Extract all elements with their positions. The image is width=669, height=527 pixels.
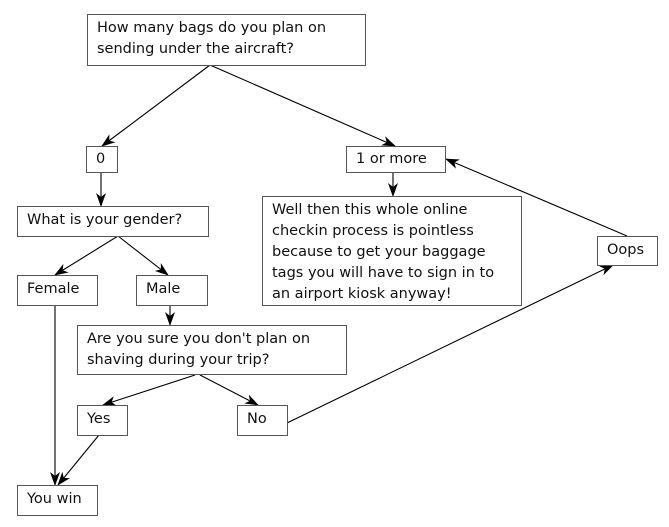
edge-shaving-yes (102, 374, 196, 406)
node-bags-question: How many bags do you plan on sending und… (87, 14, 366, 66)
node-oops: Oops (597, 236, 658, 266)
node-one-or-more: 1 or more (346, 146, 446, 173)
node-female: Female (17, 275, 98, 306)
node-yes: Yes (77, 405, 128, 436)
edge-bags-one-or-more (209, 64, 396, 147)
edge-gender-male (117, 235, 169, 276)
edge-yes-you-win (57, 434, 100, 486)
edge-bags-zero (101, 64, 211, 147)
edge-shaving-no (199, 374, 259, 406)
node-zero: 0 (86, 146, 118, 173)
node-male: Male (136, 275, 208, 306)
node-you-win: You win (17, 485, 98, 516)
node-gender-question: What is your gender? (17, 206, 209, 237)
edge-gender-female (54, 235, 119, 276)
node-pointless: Well then this whole online checkin proc… (262, 196, 522, 306)
node-shaving-question: Are you sure you don't plan on shaving d… (77, 325, 347, 375)
node-no: No (237, 405, 288, 436)
